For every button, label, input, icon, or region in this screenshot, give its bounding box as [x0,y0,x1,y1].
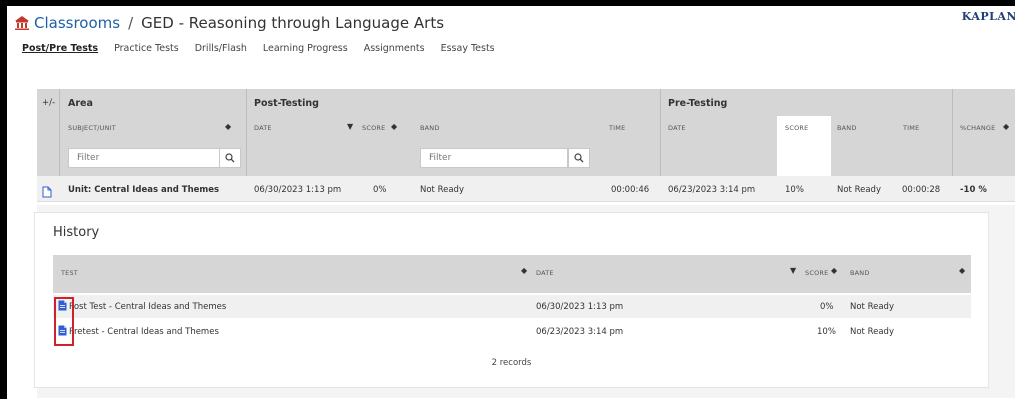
highlight-annotation-box [54,297,74,346]
sort-icon[interactable]: ◆ [225,122,231,131]
pre-time-header[interactable]: TIME [903,124,919,132]
tab-learning-progress[interactable]: Learning Progress [263,43,348,54]
breadcrumb: Classrooms / GED - Reasoning through Lan… [14,12,444,34]
test-score: 10% [817,327,836,337]
table-row[interactable]: Pretest - Central Ideas and Themes 06/23… [53,320,971,343]
test-name-link[interactable]: Pretest - Central Ideas and Themes [69,327,219,337]
search-icon [225,153,235,163]
test-band: Not Ready [850,302,894,312]
test-header[interactable]: TEST [61,269,78,277]
pre-date: 06/23/2023 3:14 pm [668,185,756,195]
pre-band: Not Ready [837,185,881,195]
column-divider [246,89,247,176]
expand-collapse-header[interactable]: +/- [42,98,55,108]
column-divider [660,89,661,176]
post-band: Not Ready [420,185,464,195]
tab-drills-flash[interactable]: Drills/Flash [195,43,247,54]
date-header[interactable]: DATE [536,269,554,277]
pre-band-header[interactable]: BAND [837,124,857,132]
area-header: Area [68,98,93,109]
subject-filter-input[interactable] [68,148,220,168]
band-header[interactable]: BAND [850,269,870,277]
post-score: 0% [373,185,387,195]
post-date-header[interactable]: DATE [254,124,272,132]
sort-desc-icon[interactable]: ▼ [347,122,353,131]
classroom-icon [14,15,30,31]
sort-icon[interactable]: ◆ [1003,122,1009,131]
post-time-header[interactable]: TIME [609,124,625,132]
window-frame-left [0,0,7,399]
sort-desc-icon[interactable]: ▼ [790,266,796,275]
pre-testing-header: Pre-Testing [668,98,728,109]
post-testing-header: Post-Testing [254,98,319,109]
search-icon [574,153,584,163]
expand-row-icon[interactable] [42,183,52,202]
pre-score-header[interactable]: SCORE [785,124,808,132]
post-band-header[interactable]: BAND [420,124,440,132]
sort-icon[interactable]: ◆ [521,266,527,275]
nav-tabs: Post/Pre Tests Practice Tests Drills/Fla… [22,43,511,54]
window-frame-top [0,0,1015,6]
score-header[interactable]: SCORE [805,269,828,277]
column-divider [952,89,953,176]
test-band: Not Ready [850,327,894,337]
pre-date-header[interactable]: DATE [668,124,686,132]
test-date: 06/23/2023 3:14 pm [536,327,624,337]
change-header[interactable]: %CHANGE [960,124,995,132]
tab-assignments[interactable]: Assignments [364,43,425,54]
test-name-link[interactable]: Post Test - Central Ideas and Themes [69,302,226,312]
history-panel: History TEST ◆ DATE ▼ SCORE ◆ BAND ◆ Pos… [34,212,989,388]
pre-score: 10% [785,185,804,195]
post-date: 06/30/2023 1:13 pm [254,185,342,195]
test-date: 06/30/2023 1:13 pm [536,302,624,312]
column-divider [59,89,60,176]
band-filter-input[interactable] [420,148,568,168]
page-title: GED - Reasoning through Language Arts [141,14,445,32]
history-title: History [53,225,100,240]
tab-post-pre-tests[interactable]: Post/Pre Tests [22,43,98,54]
pre-time: 00:00:28 [902,185,941,195]
sort-icon[interactable]: ◆ [959,266,965,275]
brand-logo: KAPLAN [961,10,1015,23]
table-row[interactable]: Post Test - Central Ideas and Themes 06/… [53,295,971,318]
post-time: 00:00:46 [611,185,650,195]
tab-practice-tests[interactable]: Practice Tests [114,43,179,54]
tab-essay-tests[interactable]: Essay Tests [441,43,495,54]
change-value: -10 % [960,185,987,195]
unit-name[interactable]: Unit: Central Ideas and Themes [68,185,219,195]
subject-filter-button[interactable] [219,148,241,168]
band-filter-button[interactable] [568,148,590,168]
breadcrumb-separator: / [128,14,134,32]
history-table-header: TEST ◆ DATE ▼ SCORE ◆ BAND ◆ [53,255,971,293]
post-score-header[interactable]: SCORE [362,124,385,132]
sort-icon[interactable]: ◆ [831,266,837,275]
breadcrumb-classrooms-link[interactable]: Classrooms [34,14,120,32]
sort-icon[interactable]: ◆ [391,122,397,131]
records-count: 2 records [491,358,532,368]
table-row[interactable]: Unit: Central Ideas and Themes 06/30/202… [37,176,1015,202]
subject-unit-header[interactable]: SUBJECT/UNIT [68,124,116,132]
test-score: 0% [820,302,834,312]
